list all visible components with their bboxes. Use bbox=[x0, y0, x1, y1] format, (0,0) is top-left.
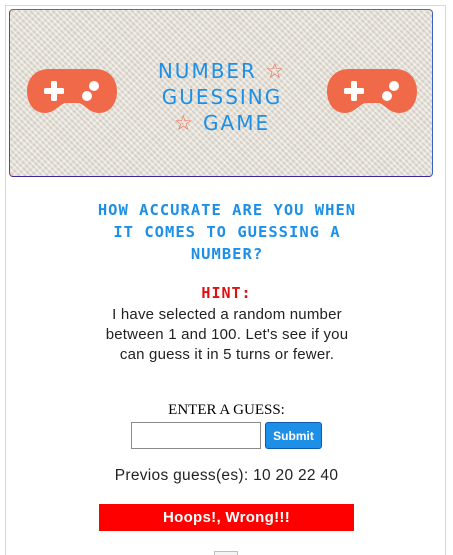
header-banner: NUMBER ☆ GUESSING ☆ GAME bbox=[9, 9, 433, 177]
scroll-indicator bbox=[214, 551, 238, 555]
gamepad-icon bbox=[27, 69, 117, 113]
hint-label: HINT: bbox=[201, 284, 252, 302]
result-banner: Hoops!, Wrong!!! bbox=[99, 504, 354, 531]
gamepad-icon bbox=[327, 69, 417, 113]
submit-button[interactable]: Submit bbox=[265, 422, 322, 449]
star-icon: ☆ bbox=[173, 111, 195, 135]
title-line-2: GUESSING bbox=[161, 85, 283, 109]
title-line-3: GAME bbox=[203, 111, 271, 135]
guess-input[interactable] bbox=[131, 422, 261, 449]
title-line-1: NUMBER bbox=[157, 59, 257, 83]
hint-text: I have selected a random number between … bbox=[105, 306, 349, 363]
previous-guesses: Previos guess(es): 10 20 22 40 bbox=[114, 467, 339, 484]
page-title: NUMBER ☆ GUESSING ☆ GAME bbox=[110, 58, 334, 136]
intro-question: HOW ACCURATE ARE YOU WHEN IT COMES TO GU… bbox=[97, 201, 357, 263]
star-icon: ☆ bbox=[265, 59, 287, 83]
guess-label: ENTER A GUESS: bbox=[168, 402, 285, 418]
